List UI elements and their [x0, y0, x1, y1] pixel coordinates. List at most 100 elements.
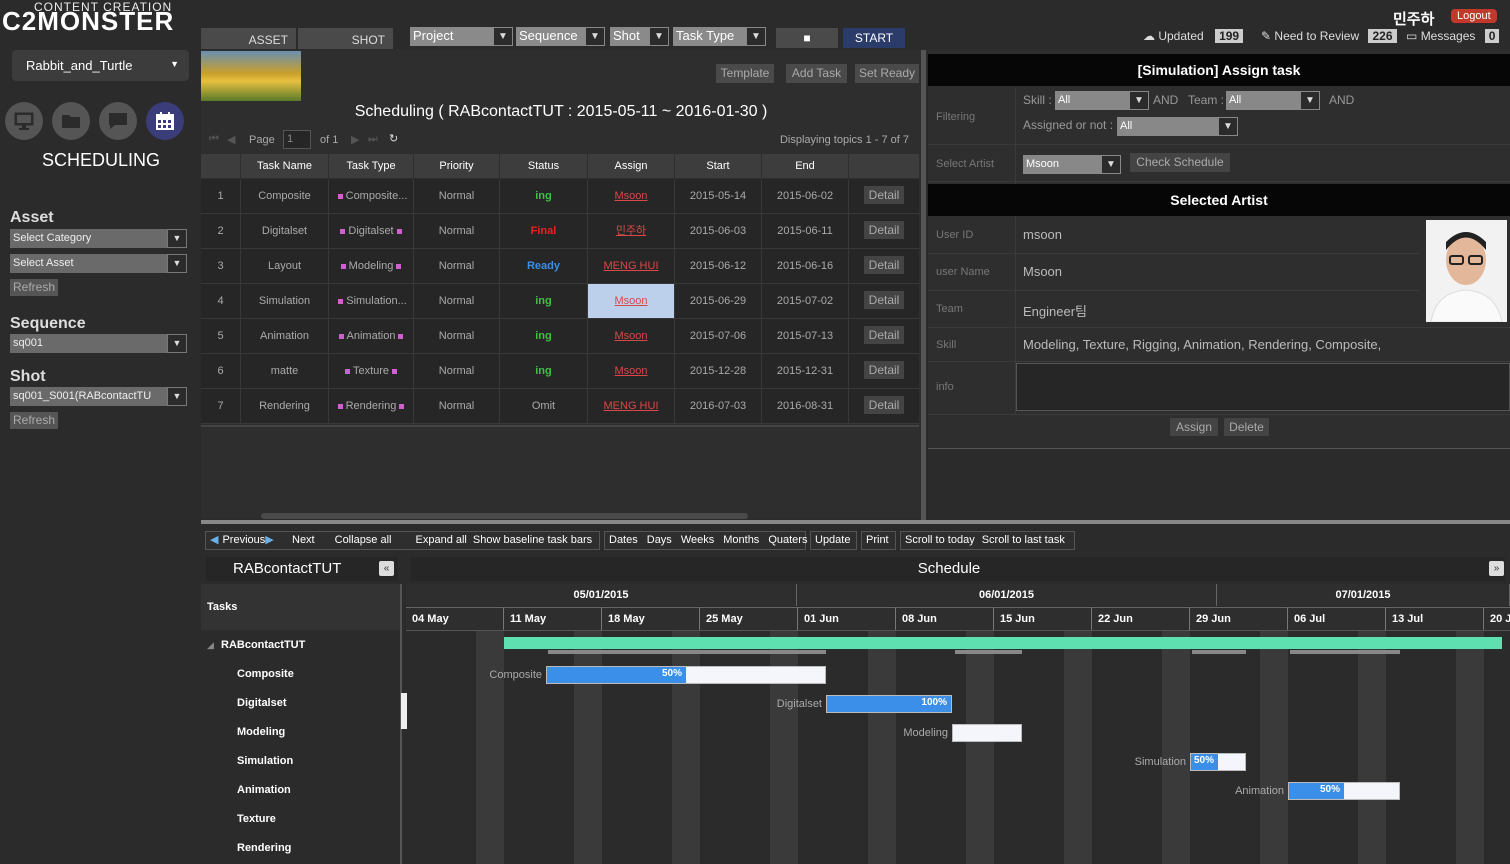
tree-task[interactable]: Digitalset: [237, 697, 287, 709]
check-schedule-button[interactable]: Check Schedule: [1130, 153, 1230, 172]
tab-shot[interactable]: SHOT: [298, 28, 393, 49]
show-baseline-button[interactable]: Show baseline task bars: [473, 534, 592, 546]
monitor-icon[interactable]: [5, 102, 43, 140]
table-row[interactable]: 4 Simulation Simulation... Normal ing Msoon 20…: [201, 284, 919, 319]
start-button[interactable]: START: [843, 28, 905, 48]
table-row[interactable]: 1 Composite Composite... Normal ing Msoon 2015…: [201, 179, 919, 214]
detail-button[interactable]: Detail: [864, 396, 904, 414]
table-row[interactable]: 7 Rendering Rendering Normal Omit MENG HUI 201…: [201, 389, 919, 424]
summary-bar[interactable]: [504, 637, 1502, 649]
tree-task[interactable]: Modeling: [237, 726, 285, 738]
detail-button[interactable]: Detail: [864, 291, 904, 309]
table-row[interactable]: 6 matte Texture Normal ing Msoon 2015-12-28 201…: [201, 354, 919, 389]
folder-icon[interactable]: [52, 102, 90, 140]
detail-button[interactable]: Detail: [864, 326, 904, 344]
header-task-name[interactable]: Task Name: [241, 154, 329, 178]
cell-assign[interactable]: MENG HUI: [588, 389, 675, 423]
detail-button[interactable]: Detail: [864, 221, 904, 239]
header-end[interactable]: End: [762, 154, 849, 178]
gantt-next-button[interactable]: Next: [292, 534, 315, 546]
asset-asset-select[interactable]: Select Asset ▼: [10, 254, 187, 273]
last-page-icon[interactable]: ⏭: [368, 133, 378, 146]
table-row[interactable]: 3 Layout Modeling Normal Ready MENG HUI 2015-0…: [201, 249, 919, 284]
messages-status[interactable]: ▭ Messages 0: [1406, 29, 1500, 43]
team-filter-select[interactable]: All ▼: [1226, 91, 1320, 110]
task-bar[interactable]: 50%: [1288, 782, 1400, 800]
first-page-icon[interactable]: ⏮: [209, 133, 219, 146]
cell-assign[interactable]: Msoon: [588, 319, 675, 353]
delete-button[interactable]: Delete: [1224, 418, 1269, 436]
detail-button[interactable]: Detail: [864, 256, 904, 274]
info-textarea[interactable]: [1016, 363, 1510, 411]
header-task-type[interactable]: Task Type: [329, 154, 414, 178]
cell-assign[interactable]: MENG HUI: [588, 249, 675, 283]
assigned-filter-select[interactable]: All ▼: [1117, 117, 1238, 136]
folder-button[interactable]: ■: [776, 28, 838, 48]
task-bar[interactable]: 50%: [546, 666, 826, 684]
expand-right-icon[interactable]: »: [1489, 561, 1504, 576]
task-bar[interactable]: 100%: [826, 695, 952, 713]
detail-button[interactable]: Detail: [864, 186, 904, 204]
view-quaters-button[interactable]: Quaters: [768, 534, 807, 546]
task-bar[interactable]: 50%: [1190, 753, 1246, 771]
scroll-last-button[interactable]: Scroll to last task: [982, 534, 1065, 546]
detail-button[interactable]: Detail: [864, 361, 904, 379]
skill-filter-select[interactable]: All ▼: [1055, 91, 1149, 110]
tab-asset[interactable]: ASSET: [201, 28, 296, 49]
table-row[interactable]: 5 Animation Animation Normal ing Msoon 2015-07…: [201, 319, 919, 354]
next-page-icon[interactable]: ▶: [351, 133, 359, 146]
add-task-button[interactable]: Add Task: [786, 64, 847, 83]
asset-category-select[interactable]: Select Category ▼: [10, 229, 187, 248]
header-status[interactable]: Status: [500, 154, 588, 178]
shot-select[interactable]: sq001_S001(RABcontactTU ▼: [10, 387, 187, 406]
view-months-button[interactable]: Months: [723, 534, 759, 546]
header-start[interactable]: Start: [675, 154, 762, 178]
calendar-icon[interactable]: [146, 102, 184, 140]
view-days-button[interactable]: Days: [647, 534, 672, 546]
chat-icon[interactable]: [99, 102, 137, 140]
view-dates-button[interactable]: Dates: [609, 534, 638, 546]
expand-all-button[interactable]: Expand all: [416, 534, 467, 546]
collapse-left-icon[interactable]: «: [379, 561, 394, 576]
sequence-filter[interactable]: Sequence ▼: [516, 27, 605, 46]
tree-task[interactable]: Animation: [237, 784, 291, 796]
gantt-update-button[interactable]: Update: [810, 531, 857, 550]
tree-project[interactable]: RABcontactTUT: [221, 639, 305, 651]
cell-assign[interactable]: Msoon: [588, 354, 675, 388]
logout-button[interactable]: Logout: [1451, 9, 1497, 23]
refresh-icon[interactable]: ↻: [389, 132, 398, 145]
view-weeks-button[interactable]: Weeks: [681, 534, 714, 546]
updated-status[interactable]: ☁ Updated 199: [1143, 29, 1244, 43]
prev-page-icon[interactable]: ◀: [227, 133, 235, 146]
page-input[interactable]: 1: [283, 130, 311, 149]
review-status[interactable]: ✎ Need to Review 226: [1261, 29, 1397, 43]
expand-toggle-icon[interactable]: ◢: [207, 640, 214, 651]
tree-task[interactable]: Rendering: [237, 842, 291, 854]
cell-assign[interactable]: 민주하: [588, 214, 675, 248]
header-assign[interactable]: Assign: [588, 154, 675, 178]
cell-assign[interactable]: Msoon: [588, 179, 675, 213]
table-row[interactable]: 2 Digitalset Digitalset Normal Final 민주하 2015-…: [201, 214, 919, 249]
project-filter[interactable]: Project ▼: [410, 27, 513, 46]
task-bar[interactable]: [952, 724, 1022, 742]
asset-refresh-button[interactable]: Refresh: [10, 279, 59, 296]
shot-filter[interactable]: Shot ▼: [610, 27, 669, 46]
tree-task[interactable]: Composite: [237, 668, 294, 680]
tree-task[interactable]: Texture: [237, 813, 276, 825]
collapse-all-button[interactable]: Collapse all: [335, 534, 392, 546]
shot-refresh-button[interactable]: Refresh: [10, 412, 59, 429]
gantt-previous-button[interactable]: Previous: [222, 534, 265, 546]
artist-select[interactable]: Msoon ▼: [1023, 155, 1121, 174]
tree-task[interactable]: Simulation: [237, 755, 293, 767]
sequence-select[interactable]: sq001 ▼: [10, 334, 187, 353]
gantt-print-button[interactable]: Print: [861, 531, 896, 550]
task-type-filter[interactable]: Task Type ▼: [673, 27, 766, 46]
set-ready-button[interactable]: Set Ready: [855, 64, 919, 83]
header-priority[interactable]: Priority: [414, 154, 500, 178]
template-button[interactable]: Template: [716, 64, 774, 83]
horizontal-scrollbar[interactable]: [261, 513, 748, 519]
project-select[interactable]: Rabbit_and_Turtle ▼: [12, 50, 189, 81]
cell-assign[interactable]: Msoon: [588, 284, 675, 318]
assign-button[interactable]: Assign: [1170, 418, 1218, 436]
scroll-today-button[interactable]: Scroll to today: [905, 534, 975, 546]
